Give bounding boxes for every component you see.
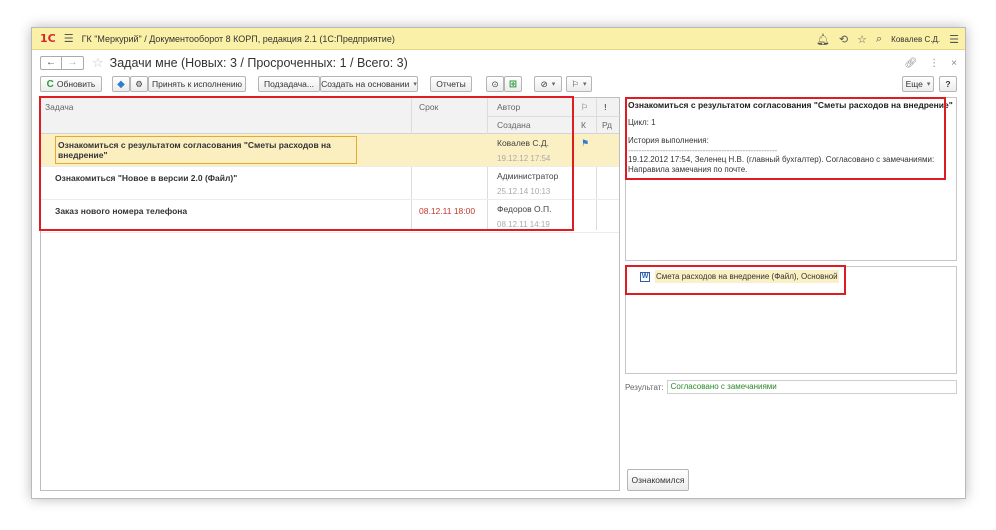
task-created: 25.12.14 10:13 xyxy=(497,187,551,196)
details-cycle: Цикл: 1 xyxy=(628,118,656,127)
app-window: 1С ☰ ГК "Меркурий" / Документооборот 8 К… xyxy=(31,27,966,499)
back-button[interactable]: ← xyxy=(40,56,62,70)
result-row: Результат: Согласовано с замечаниями xyxy=(625,380,957,394)
task-author: Администратор xyxy=(497,171,559,181)
importance-column-icon[interactable]: ! xyxy=(604,102,607,112)
attachment-label: Смета расходов на внедрение (Файл), Осно… xyxy=(655,270,839,283)
attachments-panel: W Смета расходов на внедрение (Файл), Ос… xyxy=(625,266,957,374)
task-created: 08.12.11 14:19 xyxy=(497,220,550,229)
refresh-icon: C xyxy=(46,78,54,90)
form-title: Задачи мне (Новых: 3 / Просроченных: 1 /… xyxy=(109,56,408,70)
chevron-down-icon: ▾ xyxy=(413,81,417,88)
app-title: ГК "Меркурий" / Документооборот 8 КОРП, … xyxy=(81,33,395,44)
refresh-button[interactable]: C Обновить xyxy=(40,76,102,92)
form-header-actions: 🔗︎ ⋮ × xyxy=(904,50,957,76)
task-author: Федоров О.П. xyxy=(497,204,552,214)
close-icon[interactable]: × xyxy=(951,58,957,69)
flag-button[interactable]: ⚐ ▾ xyxy=(566,76,592,92)
export-button[interactable]: ⊞ xyxy=(504,76,522,92)
gear-icon: ⚙ xyxy=(135,78,143,89)
column-header-created[interactable]: Создана xyxy=(497,120,531,130)
column-header-flag[interactable]: К xyxy=(581,120,586,130)
command-bar: C Обновить ◆ ⚙ Принять к исполнению Подз… xyxy=(32,76,965,96)
table-row[interactable]: Ознакомиться "Новое в версии 2.0 (Файл)"… xyxy=(41,167,619,200)
table-header: Задача Срок Автор Создана ⚐ ! К Рд xyxy=(41,98,621,134)
clock-button[interactable]: ⊙ xyxy=(486,76,504,92)
link-icon[interactable]: 🔗︎ xyxy=(904,58,917,69)
more-button[interactable]: Еще ▾ xyxy=(902,76,934,92)
diamond-button[interactable]: ◆ xyxy=(112,76,130,92)
task-created: 19.12.12 17:54 xyxy=(497,154,551,163)
task-subject: Ознакомиться с результатом согласования … xyxy=(55,136,357,164)
history-icon[interactable]: ⟲ xyxy=(839,33,848,46)
paperclip-icon: ⊘ xyxy=(540,78,548,89)
attachment-item[interactable]: W Смета расходов на внедрение (Файл), Ос… xyxy=(640,270,839,283)
task-details-panel: Ознакомиться с результатом согласования … xyxy=(625,97,957,261)
word-file-icon: W xyxy=(640,271,650,282)
column-header-deadline[interactable]: Срок xyxy=(419,102,438,112)
header-separator xyxy=(487,116,621,117)
title-bar: 1С ☰ ГК "Меркурий" / Документооборот 8 К… xyxy=(32,28,965,50)
subtask-button[interactable]: Подзадача... xyxy=(258,76,320,92)
flag-icon: ⚐ xyxy=(571,78,580,89)
chevron-down-icon: ▾ xyxy=(926,81,931,88)
acknowledge-button[interactable]: Ознакомился xyxy=(627,469,689,491)
forward-button[interactable]: → xyxy=(62,56,84,70)
history-label: История выполнения: xyxy=(628,136,709,145)
task-subject: Заказ нового номера телефона xyxy=(55,206,188,216)
history-entry-line2: Направила замечания по почте. xyxy=(628,165,748,174)
reports-button[interactable]: Отчеты xyxy=(430,76,472,92)
bell-icon[interactable]: 🔔︎ xyxy=(816,33,830,46)
attach-button[interactable]: ⊘ ▾ xyxy=(534,76,562,92)
column-header-task[interactable]: Задача xyxy=(45,102,74,112)
menu-icon[interactable]: ☰ xyxy=(64,32,74,45)
result-field[interactable]: Согласовано с замечаниями xyxy=(666,380,957,394)
result-label: Результат: xyxy=(625,382,664,392)
task-deadline: 08.12.11 18:00 xyxy=(419,206,476,216)
chevron-down-icon: ▾ xyxy=(583,81,587,88)
create-based-on-button[interactable]: Создать на основании ▾ xyxy=(320,76,418,92)
task-table[interactable]: Задача Срок Автор Создана ⚐ ! К Рд Ознак… xyxy=(40,97,621,491)
settings-menu-icon[interactable]: ☰ xyxy=(949,33,959,46)
table-row[interactable]: Ознакомиться с результатом согласования … xyxy=(41,134,619,167)
more-vertical-icon[interactable]: ⋮ xyxy=(929,58,939,69)
history-entry-line1: 19.12.2012 17:54, Зеленец Н.В. (главный … xyxy=(628,155,935,164)
clock-icon: ⊙ xyxy=(491,78,499,89)
task-author: Ковалев С.Д. xyxy=(497,138,550,148)
form-header: ← → ☆ Задачи мне (Новых: 3 / Просроченны… xyxy=(32,50,965,76)
task-subject: Ознакомиться "Новое в версии 2.0 (Файл)" xyxy=(55,173,238,183)
column-header-author[interactable]: Автор xyxy=(497,102,520,112)
column-header-priority[interactable]: Рд xyxy=(602,120,612,130)
flag-column-icon[interactable]: ⚐ xyxy=(581,102,589,113)
diamond-icon: ◆ xyxy=(117,78,125,90)
favorite-star-icon[interactable]: ☆ xyxy=(92,55,104,71)
search-icon[interactable]: ⌕ xyxy=(876,33,882,46)
help-button[interactable]: ? xyxy=(939,76,957,92)
history-separator: ----------------------------------------… xyxy=(628,146,778,155)
gear-button[interactable]: ⚙ xyxy=(130,76,148,92)
current-user[interactable]: Ковалев С.Д. xyxy=(891,35,940,44)
details-title: Ознакомиться с результатом согласования … xyxy=(628,100,953,110)
blue-flag-icon[interactable]: ⚑ xyxy=(581,138,589,149)
table-row[interactable]: Заказ нового номера телефона 08.12.11 18… xyxy=(41,200,619,233)
1c-logo: 1С xyxy=(40,32,56,45)
title-bar-actions: 🔔︎ ⟲ ☆ ⌕ Ковалев С.Д. ☰ xyxy=(816,28,959,50)
export-icon: ⊞ xyxy=(508,78,518,90)
star-icon[interactable]: ☆ xyxy=(857,33,867,46)
chevron-down-icon: ▾ xyxy=(551,81,556,88)
accept-button[interactable]: Принять к исполнению xyxy=(148,76,246,92)
